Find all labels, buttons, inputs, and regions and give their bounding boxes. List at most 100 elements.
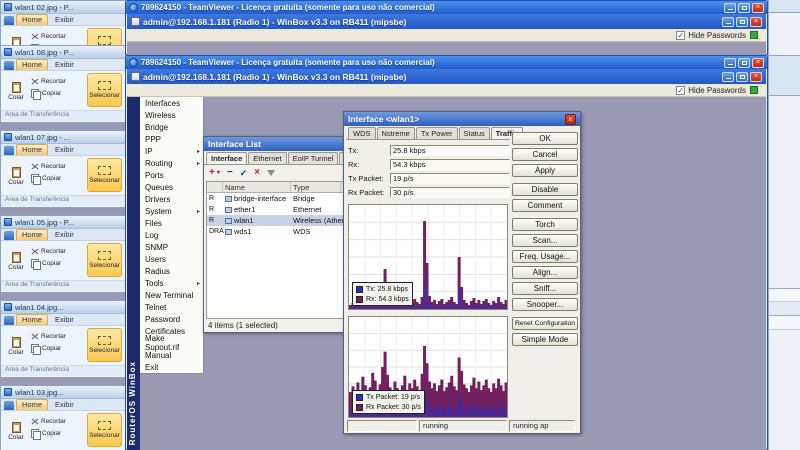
column-header-name[interactable]: Name [223,182,291,192]
sidebar-item-exit[interactable]: Exit [140,361,203,373]
enable-button[interactable]: ✓ [240,168,248,178]
tab-home[interactable]: Home [16,399,48,410]
comment-button[interactable]: Comment [512,199,578,212]
tab-interface[interactable]: Interface [206,152,247,164]
tab-ethernet[interactable]: Ethernet [248,152,286,164]
cancel-button[interactable]: Cancel [512,148,578,161]
sidebar-item-ports[interactable]: Ports [140,169,203,181]
filter-icon[interactable] [267,170,275,176]
copy-button[interactable]: Copiar [31,89,66,98]
cut-button[interactable]: Recortar [31,332,66,340]
paint-window-titlebar[interactable]: wlan1 08.jpg - P... [1,46,125,59]
paint-window-titlebar[interactable]: wlan1 03.jpg... [1,386,125,399]
paste-button[interactable]: Colar [4,73,28,110]
winbox-titlebar[interactable]: admin@192.168.1.181 (Radio 1) - WinBox v… [127,14,766,29]
maximize-button[interactable] [738,3,750,13]
teamviewer-titlebar[interactable]: 789624150 - TeamViewer - Licença gratuit… [126,56,767,69]
sidebar-item-system[interactable]: System▸ [140,205,203,217]
sniff-button[interactable]: Sniff... [512,282,578,295]
wlan-titlebar[interactable]: Interface <wlan1> × [344,112,580,126]
sidebar-item-queues[interactable]: Queues [140,181,203,193]
sidebar-item-radius[interactable]: Radius [140,265,203,277]
tab-home[interactable]: Home [16,314,48,325]
select-button[interactable]: Selecionar [87,73,122,107]
remove-button[interactable]: − [227,168,233,178]
cut-button[interactable]: Recortar [31,32,66,40]
select-button[interactable]: Selecionar [87,413,122,447]
cut-button[interactable]: Recortar [31,247,66,255]
paint-menu-icon[interactable] [4,61,14,70]
paint-menu-icon[interactable] [4,316,14,325]
scan-button[interactable]: Scan... [512,234,578,247]
sidebar-item-telnet[interactable]: Telnet [140,301,203,313]
paste-button[interactable]: Colar [4,158,28,195]
paste-button[interactable]: Colar [4,413,28,450]
sidebar-item-interfaces[interactable]: Interfaces [140,97,203,109]
paint-window-titlebar[interactable]: wlan1 07.jpg - ... [1,131,125,144]
tab-exibir[interactable]: Exibir [50,145,79,155]
cut-button[interactable]: Recortar [31,162,66,170]
disable-button[interactable]: Disable [512,183,578,196]
column-header-type[interactable]: Type [291,182,341,192]
hide-passwords-checkbox[interactable]: ✓ Hide Passwords [676,31,746,40]
minimize-button[interactable] [724,3,736,13]
apply-button[interactable]: Apply [512,164,578,177]
copy-button[interactable]: Copiar [31,429,66,438]
close-button[interactable]: × [750,17,762,27]
sidebar-item-ip[interactable]: IP▸ [140,145,203,157]
sidebar-item-wireless[interactable]: Wireless [140,109,203,121]
sidebar-item-new-terminal[interactable]: New Terminal [140,289,203,301]
paint-menu-icon[interactable] [4,146,14,155]
sidebar-item-snmp[interactable]: SNMP [140,241,203,253]
maximize-button[interactable] [738,58,750,68]
paint-menu-icon[interactable] [4,16,14,25]
tab-nstreme[interactable]: Nstreme [377,127,415,139]
align-button[interactable]: Align... [512,266,578,279]
torch-button[interactable]: Torch [512,218,578,231]
tab-exibir[interactable]: Exibir [50,15,79,25]
sidebar-item-log[interactable]: Log [140,229,203,241]
simple-mode-button[interactable]: Simple Mode [512,333,578,346]
tab-home[interactable]: Home [16,14,48,25]
snooper-button[interactable]: Snooper... [512,298,578,311]
paint-window-titlebar[interactable]: wlan1 04.jpg... [1,301,125,314]
copy-button[interactable]: Copiar [31,174,66,183]
hide-passwords-checkbox[interactable]: ✓ Hide Passwords [676,86,746,95]
winbox-titlebar[interactable]: admin@192.168.1.181 (Radio 1) - WinBox v… [127,69,766,84]
tab-home[interactable]: Home [16,229,48,240]
select-button[interactable]: Selecionar [87,328,122,362]
paint-menu-icon[interactable] [4,401,14,410]
paste-button[interactable]: Colar [4,328,28,365]
sidebar-item-bridge[interactable]: Bridge [140,121,203,133]
tab-tx-power[interactable]: Tx Power [416,127,458,139]
paste-button[interactable]: Colar [4,243,28,280]
teamviewer-titlebar[interactable]: 789624150 - TeamViewer - Licença gratuit… [126,1,767,14]
sidebar-item-users[interactable]: Users [140,253,203,265]
paint-menu-icon[interactable] [4,231,14,240]
paint-window-titlebar[interactable]: wlan1 05.jpg - P... [1,216,125,229]
copy-button[interactable]: Copiar [31,344,66,353]
maximize-button[interactable] [736,17,748,27]
sidebar-item-tools[interactable]: Tools▸ [140,277,203,289]
add-button[interactable]: + [209,168,215,178]
select-button[interactable]: Selecionar [87,243,122,277]
minimize-button[interactable] [724,58,736,68]
sidebar-item-make-supout-rif[interactable]: Make Supout.rif [140,337,203,349]
cut-button[interactable]: Recortar [31,77,66,85]
tab-home[interactable]: Home [16,59,48,70]
close-button[interactable]: × [565,114,576,125]
paint-window-titlebar[interactable]: wlan1 02.jpg - P... [1,1,125,14]
ok-button[interactable]: OK [512,132,578,145]
tab-exibir[interactable]: Exibir [50,400,79,410]
sidebar-item-drivers[interactable]: Drivers [140,193,203,205]
add-dropdown-icon[interactable]: ▾ [217,168,220,178]
close-button[interactable]: × [750,72,762,82]
minimize-button[interactable] [722,72,734,82]
column-header-flags[interactable] [207,182,223,192]
tab-status[interactable]: Status [459,127,490,139]
cut-button[interactable]: Recortar [31,417,66,425]
sidebar-item-password[interactable]: Password [140,313,203,325]
tab-exibir[interactable]: Exibir [50,60,79,70]
sidebar-item-ppp[interactable]: PPP [140,133,203,145]
close-button[interactable]: × [752,58,764,68]
